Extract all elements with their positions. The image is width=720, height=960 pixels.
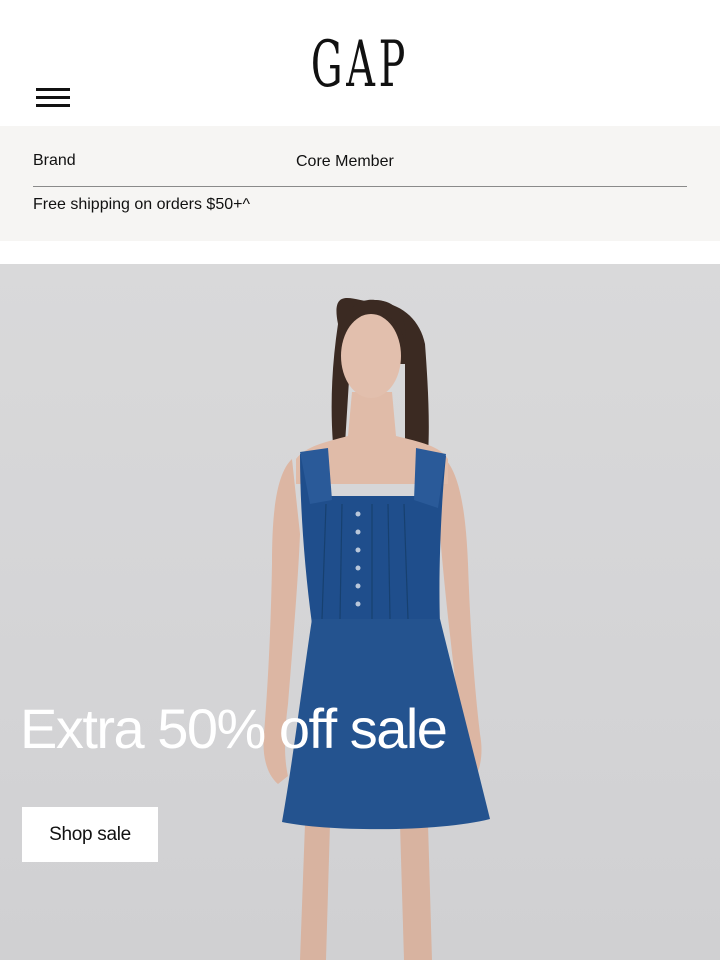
- hamburger-menu-icon[interactable]: [36, 88, 72, 110]
- site-header: GAP: [0, 0, 720, 126]
- shop-sale-button[interactable]: Shop sale: [22, 807, 158, 862]
- menu-line: [36, 88, 70, 91]
- gap-logo[interactable]: GAP: [137, 30, 583, 100]
- hero-title: Extra 50% off sale: [20, 697, 448, 760]
- promo-bar: Brand Core Member Free shipping on order…: [0, 126, 720, 241]
- brand-member-row: Brand Core Member: [33, 150, 687, 187]
- menu-line: [36, 104, 70, 107]
- hero-banner[interactable]: Extra 50% off sale Shop sale: [0, 264, 720, 960]
- free-shipping-link[interactable]: Free shipping on orders $50+^: [33, 196, 250, 214]
- core-member-label: Core Member: [296, 153, 394, 170]
- brand-label: Brand: [33, 152, 76, 169]
- menu-line: [36, 96, 70, 99]
